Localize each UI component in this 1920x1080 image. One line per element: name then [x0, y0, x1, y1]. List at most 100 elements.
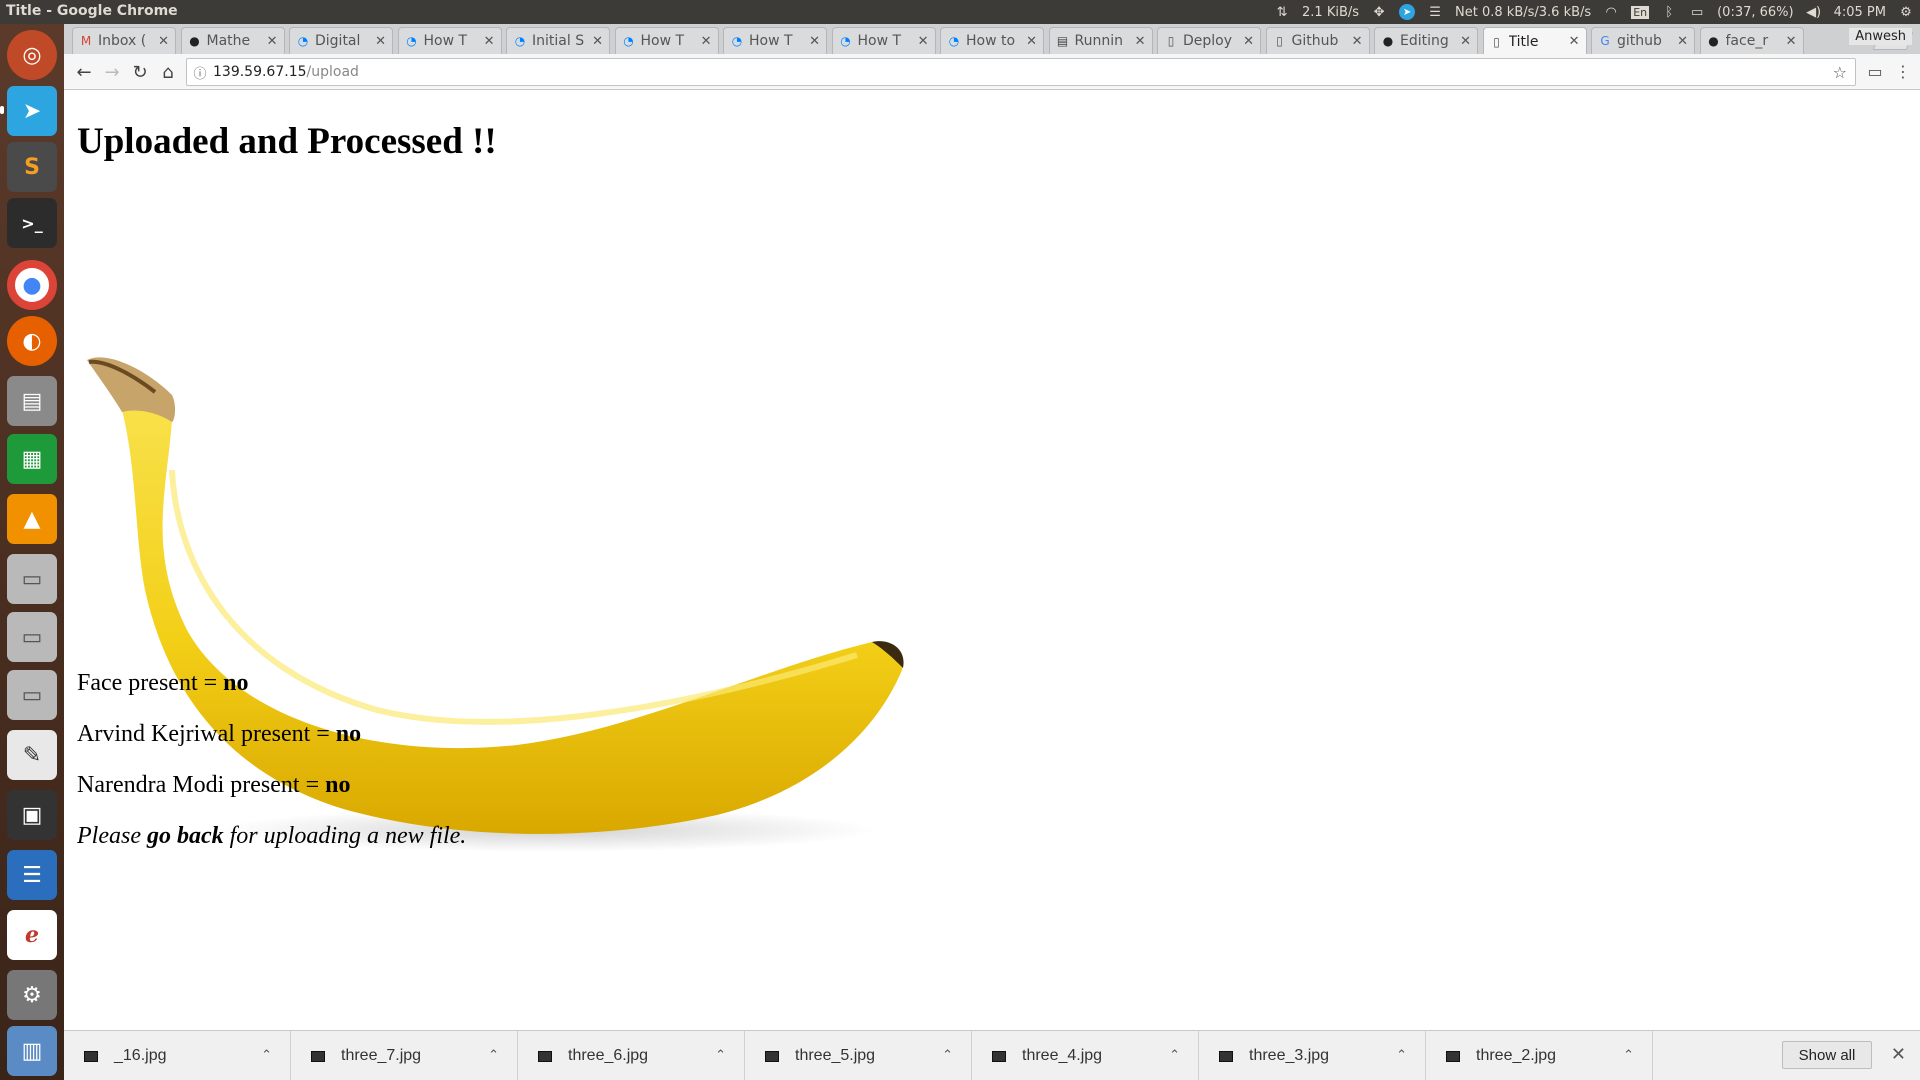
tab-close-icon[interactable]: ✕ — [918, 34, 929, 49]
go-back-link[interactable]: go back — [147, 823, 224, 849]
image-file-icon — [311, 1050, 325, 1062]
tab[interactable]: ◔ Digital ✕ — [289, 27, 393, 54]
bluetooth-icon[interactable]: ᛒ — [1661, 4, 1677, 20]
tab[interactable]: ◔ How to ✕ — [940, 27, 1044, 54]
download-item[interactable]: three_2.jpg ⌃ — [1426, 1031, 1653, 1080]
video-editor-icon[interactable]: ▣ — [7, 790, 57, 840]
firefox-icon[interactable]: ◐ — [7, 316, 57, 366]
tab[interactable]: ◔ How T ✕ — [723, 27, 827, 54]
tab-close-icon[interactable]: ✕ — [1569, 34, 1580, 49]
ubuntu-dash-icon[interactable]: ◎ — [7, 30, 57, 80]
telegram-tray-icon[interactable]: ➤ — [1399, 4, 1416, 20]
tab-label: Initial S — [532, 33, 585, 49]
chevron-up-icon[interactable]: ⌃ — [261, 1047, 272, 1063]
chevron-up-icon[interactable]: ⌃ — [488, 1047, 499, 1063]
home-icon[interactable]: ⌂ — [156, 60, 180, 84]
download-item[interactable]: three_5.jpg ⌃ — [745, 1031, 972, 1080]
download-item[interactable]: three_3.jpg ⌃ — [1199, 1031, 1426, 1080]
tab[interactable]: ◔ How T ✕ — [397, 27, 502, 54]
profile-button[interactable]: Anwesh — [1849, 28, 1912, 45]
github-icon: ● — [1382, 34, 1394, 48]
tab[interactable]: Ggithub ✕ — [1591, 27, 1695, 54]
dropbox-icon[interactable]: ✥ — [1371, 4, 1387, 20]
chevron-up-icon[interactable]: ⌃ — [715, 1047, 726, 1063]
tab-label: Inbox ( — [98, 33, 147, 49]
tab[interactable]: ▤ Runnin ✕ — [1048, 27, 1153, 54]
cast-icon[interactable]: ▭ — [1864, 62, 1886, 84]
chevron-up-icon[interactable]: ⌃ — [1396, 1047, 1407, 1063]
trash-icon[interactable]: ▥ — [7, 1026, 57, 1076]
tab-close-icon[interactable]: ✕ — [1135, 34, 1146, 49]
drive-icon[interactable]: ▭ — [7, 612, 57, 662]
back-arrow-icon[interactable]: ← — [72, 60, 96, 84]
terminal-icon[interactable]: >_ — [7, 198, 57, 248]
tab[interactable]: ▯ Title ✕ — [1482, 27, 1587, 55]
notes-tray-icon[interactable]: ☰ — [1427, 4, 1443, 20]
address-bar[interactable]: ⓘ 139.59.67.15/upload ☆ — [186, 58, 1856, 86]
tab-close-icon[interactable]: ✕ — [701, 34, 712, 49]
settings-gear-icon[interactable]: ⚙ — [1898, 4, 1914, 20]
tab-close-icon[interactable]: ✕ — [809, 34, 820, 49]
tab-close-icon[interactable]: ✕ — [484, 34, 495, 49]
drive-icon[interactable]: ▭ — [7, 670, 57, 720]
tab-label: Title — [1508, 33, 1539, 50]
drive-icon[interactable]: ▭ — [7, 554, 57, 604]
clock[interactable]: 4:05 PM — [1834, 5, 1886, 20]
bookmark-star-icon[interactable]: ☆ — [1833, 63, 1847, 82]
tab-close-icon[interactable]: ✕ — [1352, 34, 1363, 49]
tab[interactable]: M Inbox (✕ — [72, 27, 176, 54]
tab[interactable]: ▯ Deploy ✕ — [1157, 27, 1261, 54]
tab-close-icon[interactable]: ✕ — [1786, 34, 1797, 49]
tab-close-icon[interactable]: ✕ — [1460, 34, 1471, 49]
tab-close-icon[interactable]: ✕ — [375, 34, 386, 49]
address-host: 139.59.67.15 — [213, 64, 307, 80]
tab[interactable]: ◔ Initial S ✕ — [506, 27, 610, 54]
writer-icon[interactable]: ☰ — [7, 850, 57, 900]
show-all-button[interactable]: Show all — [1782, 1041, 1872, 1069]
network-arrows-icon[interactable]: ⇅ — [1274, 4, 1290, 20]
download-item[interactable]: _16.jpg ⌃ — [64, 1031, 291, 1080]
sublime-text-icon[interactable]: S — [7, 142, 57, 192]
reload-icon[interactable]: ↻ — [128, 60, 152, 84]
settings-icon[interactable]: ⚙ — [7, 970, 57, 1020]
telegram-icon[interactable]: ➤ — [7, 86, 57, 136]
tab[interactable]: ● face_r ✕ — [1699, 27, 1804, 54]
close-shelf-icon[interactable]: ✕ — [1891, 1044, 1906, 1065]
tab[interactable]: ● Editing ✕ — [1374, 27, 1478, 54]
download-item[interactable]: three_6.jpg ⌃ — [518, 1031, 745, 1080]
files-icon[interactable]: ▤ — [7, 376, 57, 426]
footer-before: Please — [77, 823, 147, 849]
tab-close-icon[interactable]: ✕ — [1677, 34, 1688, 49]
volume-icon[interactable]: ◀) — [1806, 4, 1822, 20]
menu-kebab-icon[interactable]: ⋮ — [1892, 62, 1914, 84]
digitalocean-icon: ◔ — [840, 34, 851, 48]
tab-close-icon[interactable]: ✕ — [1243, 34, 1254, 49]
tab[interactable]: ● Mathe ✕ — [180, 27, 285, 54]
battery-icon[interactable]: ▭ — [1689, 4, 1705, 20]
chevron-up-icon[interactable]: ⌃ — [1169, 1047, 1180, 1063]
download-item[interactable]: three_4.jpg ⌃ — [972, 1031, 1199, 1080]
tab-close-icon[interactable]: ✕ — [158, 34, 169, 49]
spreadsheet-icon[interactable]: ▦ — [7, 434, 57, 484]
tab-close-icon[interactable]: ✕ — [1026, 34, 1037, 49]
tab[interactable]: ▯ Github ✕ — [1265, 27, 1370, 54]
top-panel: Title - Google Chrome ⇅ 2.1 KiB/s ✥ ➤ ☰ … — [0, 0, 1920, 24]
keyboard-layout[interactable]: En — [1631, 5, 1650, 19]
tab-close-icon[interactable]: ✕ — [592, 34, 603, 49]
chrome-icon[interactable]: ● — [7, 260, 57, 310]
tab[interactable]: ◔ How T ✕ — [831, 27, 936, 54]
forward-arrow-icon[interactable]: → — [100, 60, 124, 84]
result-label: Face present = — [77, 670, 224, 696]
pdf-viewer-icon[interactable]: ℯ — [7, 910, 57, 960]
tab[interactable]: ◔ How T ✕ — [614, 27, 719, 54]
wifi-icon[interactable]: ◠ — [1603, 4, 1619, 20]
download-item[interactable]: three_7.jpg ⌃ — [291, 1031, 518, 1080]
chevron-up-icon[interactable]: ⌃ — [942, 1047, 953, 1063]
site-info-icon[interactable]: ⓘ — [187, 63, 213, 82]
chevron-up-icon[interactable]: ⌃ — [1623, 1047, 1634, 1063]
vlc-icon[interactable]: ▲ — [7, 494, 57, 544]
google-icon: G — [1600, 34, 1610, 48]
image-file-icon — [765, 1050, 779, 1062]
text-editor-icon[interactable]: ✎ — [7, 730, 57, 780]
tab-close-icon[interactable]: ✕ — [267, 34, 278, 49]
